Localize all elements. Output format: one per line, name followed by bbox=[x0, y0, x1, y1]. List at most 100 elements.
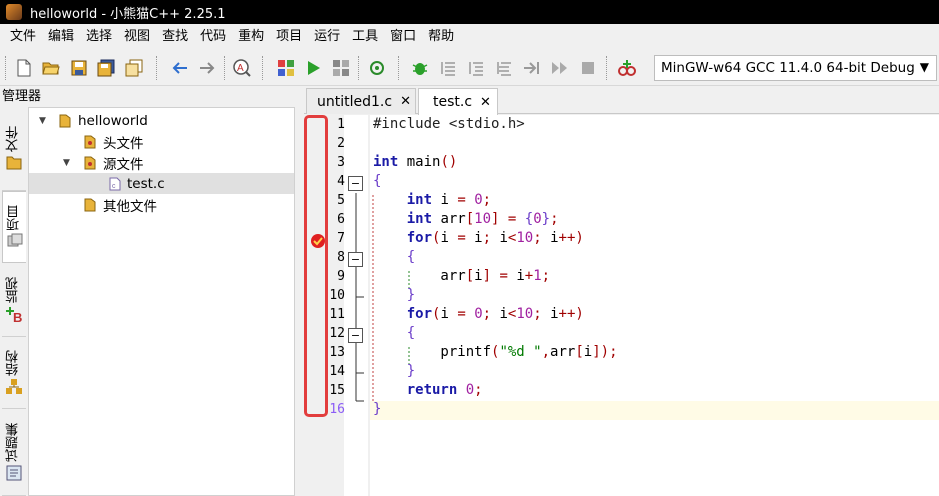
tree-item-headers[interactable]: 头文件 bbox=[29, 131, 294, 152]
line-number[interactable]: 2 bbox=[328, 136, 345, 151]
tree-sources-label: 源文件 bbox=[103, 156, 144, 173]
watch-icon: B bbox=[6, 306, 22, 323]
folder-icon bbox=[6, 156, 22, 169]
left-tab-strip: 文件 项目 监视 B 结构 试题集 bbox=[0, 107, 28, 496]
find-replace-icon[interactable]: A bbox=[232, 58, 252, 78]
tab-untitled1-label: untitled1.c bbox=[317, 93, 393, 110]
menu-view[interactable]: 视图 bbox=[118, 24, 156, 50]
tab-problem-set[interactable]: 试题集 bbox=[2, 409, 26, 496]
tree-file-label: test.c bbox=[127, 175, 165, 192]
tab-watch-label: 监视 bbox=[6, 276, 21, 303]
compile-run-icon[interactable] bbox=[331, 58, 351, 78]
menu-tools[interactable]: 工具 bbox=[346, 24, 384, 50]
line-number[interactable]: 13 bbox=[328, 345, 345, 360]
menu-code[interactable]: 代码 bbox=[194, 24, 232, 50]
debug-icon[interactable] bbox=[410, 58, 430, 78]
menu-help[interactable]: 帮助 bbox=[422, 24, 460, 50]
run-to-cursor-icon[interactable] bbox=[522, 58, 542, 78]
add-watch-icon[interactable] bbox=[617, 58, 637, 78]
line-number[interactable]: 6 bbox=[328, 212, 345, 227]
tab-files[interactable]: 文件 bbox=[2, 107, 26, 191]
fold-guides bbox=[355, 193, 364, 402]
tree-item-others[interactable]: 其他文件 bbox=[29, 194, 294, 215]
tree-item-test-c[interactable]: c test.c bbox=[29, 173, 294, 194]
current-line-highlight bbox=[370, 401, 939, 420]
tab-untitled1[interactable]: untitled1.c ✕ bbox=[306, 88, 416, 114]
panel-splitter[interactable] bbox=[295, 86, 303, 496]
line-number[interactable]: 16 bbox=[328, 402, 345, 417]
folder-icon bbox=[84, 198, 96, 211]
menu-window[interactable]: 窗口 bbox=[384, 24, 422, 50]
tree-item-project[interactable]: ▼ helloworld bbox=[29, 110, 294, 131]
line-number[interactable]: 9 bbox=[328, 269, 345, 284]
menu-bar: 文件 编辑 选择 视图 查找 代码 重构 项目 运行 工具 窗口 帮助 bbox=[0, 24, 939, 50]
open-folder-icon[interactable] bbox=[41, 58, 61, 78]
tree-item-sources[interactable]: ▼ 源文件 bbox=[29, 152, 294, 173]
close-all-icon[interactable] bbox=[124, 58, 144, 78]
code-editor[interactable]: 1 2 3 4 5 6 7 8 9 10 11 12 13 14 15 16 #include <stdio.… bbox=[304, 115, 939, 496]
tree-headers-label: 头文件 bbox=[103, 135, 144, 152]
fold-column bbox=[344, 115, 368, 496]
line-number[interactable]: 4 bbox=[328, 174, 345, 189]
line-number[interactable]: 10 bbox=[328, 288, 345, 303]
new-file-icon[interactable] bbox=[14, 58, 34, 78]
run-icon[interactable] bbox=[303, 58, 323, 78]
toolbar-separator bbox=[606, 56, 607, 80]
menu-select[interactable]: 选择 bbox=[80, 24, 118, 50]
line-number[interactable]: 1 bbox=[328, 117, 345, 132]
compiler-select[interactable]: MinGW-w64 GCC 11.4.0 64-bit Debug ▼ bbox=[654, 55, 937, 81]
tab-watch[interactable]: 监视 B bbox=[2, 263, 26, 337]
rebuild-icon[interactable] bbox=[367, 58, 387, 78]
menu-project[interactable]: 项目 bbox=[270, 24, 308, 50]
line-number[interactable]: 11 bbox=[328, 307, 345, 322]
structure-icon bbox=[6, 378, 22, 394]
tab-project[interactable]: 项目 bbox=[2, 191, 26, 263]
breakpoint-highlight-box bbox=[304, 115, 328, 417]
svg-text:c: c bbox=[112, 183, 116, 190]
line-number[interactable]: 12 bbox=[328, 326, 345, 341]
line-number[interactable]: 5 bbox=[328, 193, 345, 208]
compile-icon[interactable] bbox=[276, 58, 296, 78]
c-file-icon: c bbox=[109, 177, 121, 190]
tab-project-label: 项目 bbox=[6, 205, 22, 231]
line-number[interactable]: 14 bbox=[328, 364, 345, 379]
redo-icon[interactable] bbox=[197, 58, 217, 78]
menu-run[interactable]: 运行 bbox=[308, 24, 346, 50]
expand-arrow-icon[interactable]: ▼ bbox=[39, 116, 46, 126]
menu-edit[interactable]: 编辑 bbox=[42, 24, 80, 50]
menu-refactor[interactable]: 重构 bbox=[232, 24, 270, 50]
line-number[interactable]: 8 bbox=[328, 250, 345, 265]
expand-arrow-icon[interactable]: ▼ bbox=[63, 158, 70, 168]
continue-icon[interactable] bbox=[550, 58, 570, 78]
save-all-icon[interactable] bbox=[96, 58, 116, 78]
step-into-icon[interactable] bbox=[466, 58, 486, 78]
line-number[interactable]: 3 bbox=[328, 155, 345, 170]
step-over-icon[interactable] bbox=[438, 58, 458, 78]
save-icon[interactable] bbox=[69, 58, 89, 78]
folder-icon bbox=[84, 156, 96, 169]
tab-structure-label: 结构 bbox=[6, 349, 21, 376]
step-out-icon[interactable] bbox=[494, 58, 514, 78]
close-icon[interactable]: ✕ bbox=[400, 94, 411, 109]
breakpoint-icon[interactable] bbox=[308, 231, 328, 251]
toolbar-grip bbox=[5, 56, 6, 80]
title-bar: helloworld - 小熊猫C++ 2.25.1 bbox=[0, 0, 939, 24]
toolbar-separator bbox=[398, 56, 399, 80]
undo-icon[interactable] bbox=[170, 58, 190, 78]
close-icon[interactable]: ✕ bbox=[480, 95, 491, 110]
line-number[interactable]: 15 bbox=[328, 383, 345, 398]
panel-title: 管理器 bbox=[0, 86, 300, 107]
menu-search[interactable]: 查找 bbox=[156, 24, 194, 50]
fold-toggle[interactable]: − bbox=[348, 176, 363, 191]
fold-toggle[interactable]: − bbox=[348, 252, 363, 267]
menu-file[interactable]: 文件 bbox=[4, 24, 42, 50]
line-number[interactable]: 7 bbox=[328, 231, 345, 246]
window-title: helloworld - 小熊猫C++ 2.25.1 bbox=[30, 6, 226, 22]
svg-text:A: A bbox=[237, 63, 244, 74]
toolbar-separator bbox=[358, 56, 359, 80]
fold-toggle[interactable]: − bbox=[348, 328, 363, 343]
tab-structure[interactable]: 结构 bbox=[2, 337, 26, 409]
tab-test-c[interactable]: test.c ✕ bbox=[418, 88, 498, 115]
stop-icon[interactable] bbox=[578, 58, 598, 78]
scope-guides bbox=[372, 195, 410, 401]
